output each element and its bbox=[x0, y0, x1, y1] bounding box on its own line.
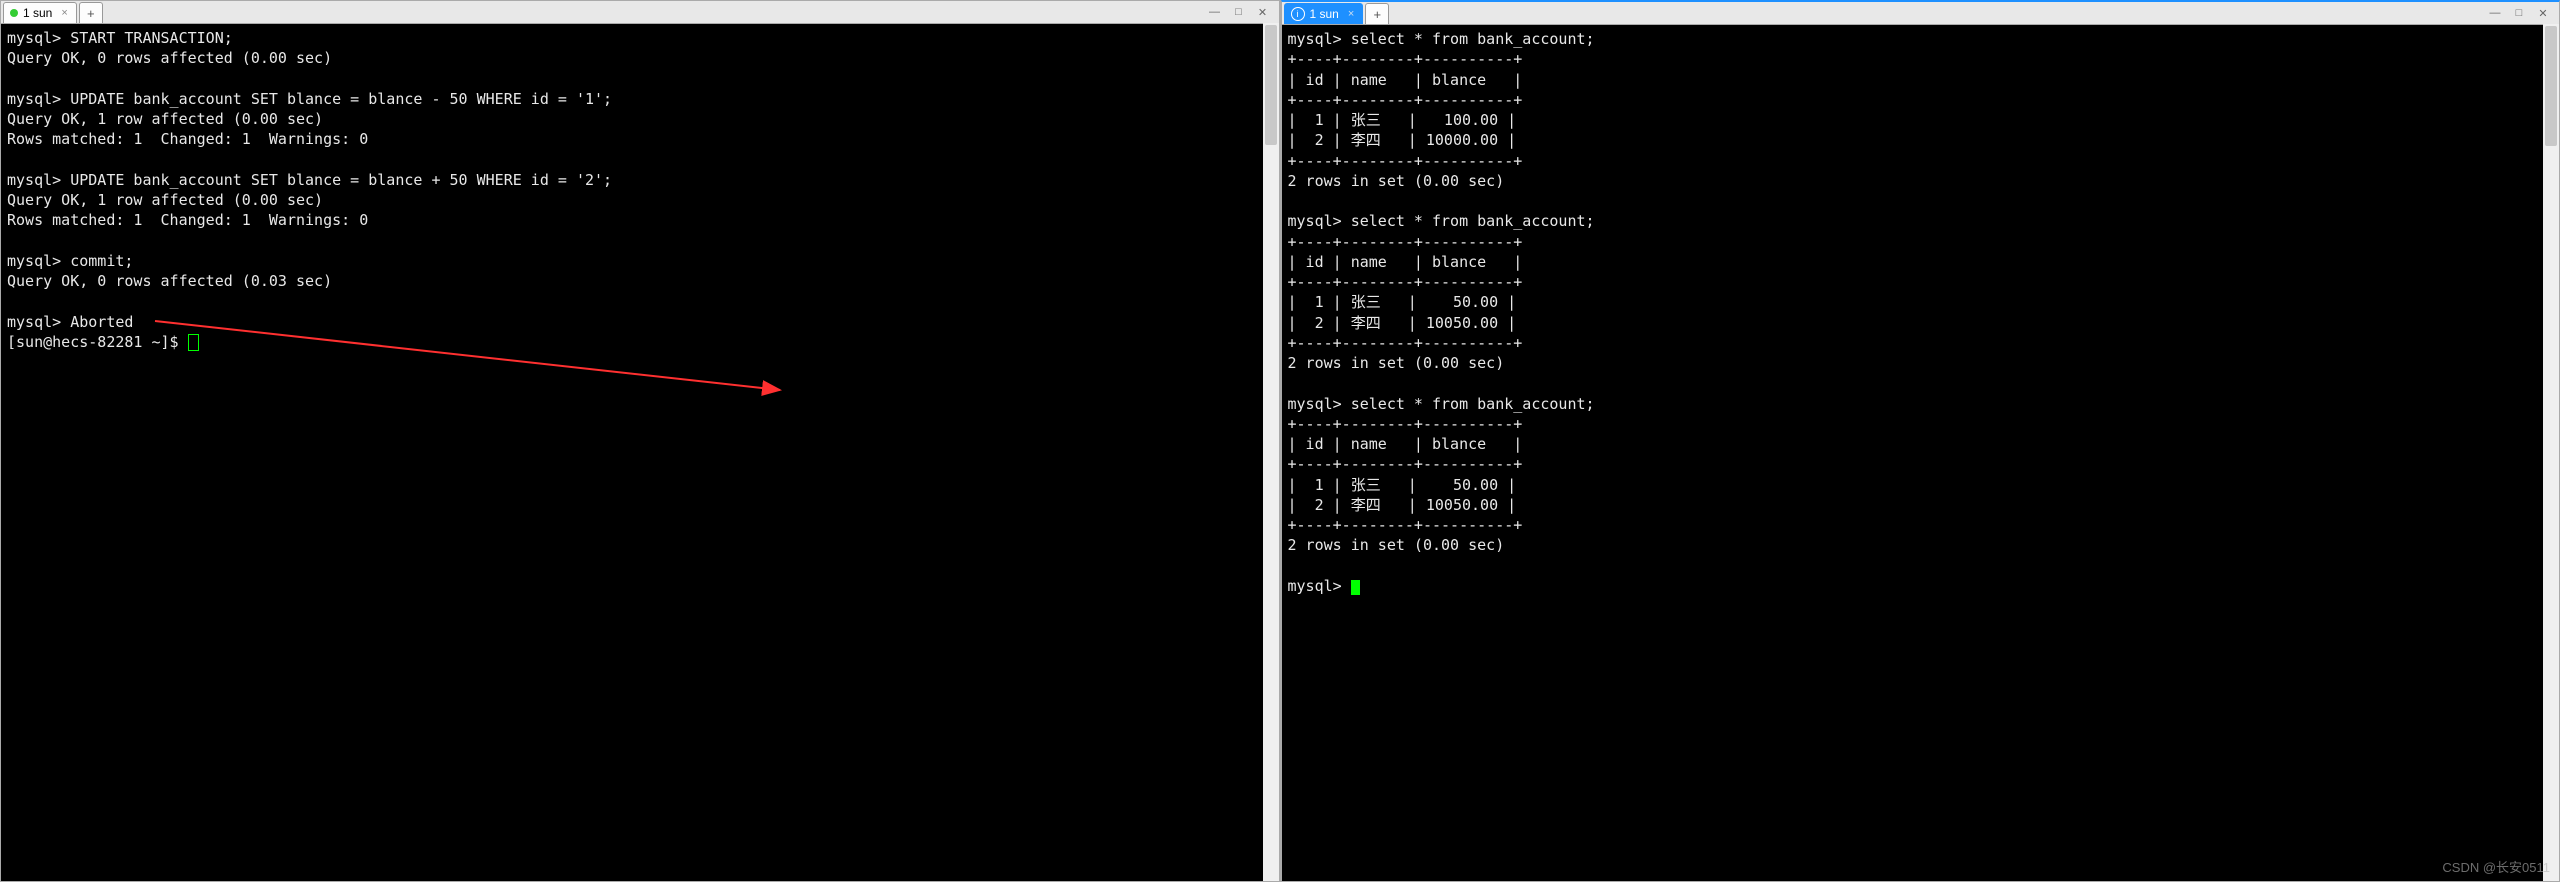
right-scrollbar[interactable] bbox=[2543, 24, 2559, 881]
right-tab[interactable]: i 1 sun × bbox=[1284, 3, 1364, 24]
minimize-button[interactable]: — bbox=[2483, 5, 2507, 21]
new-tab-button[interactable]: + bbox=[1365, 3, 1389, 24]
left-tab[interactable]: 1 sun × bbox=[3, 2, 77, 23]
minimize-button[interactable]: — bbox=[1203, 4, 1227, 20]
maximize-button[interactable]: □ bbox=[1227, 4, 1251, 20]
close-icon[interactable]: × bbox=[61, 7, 67, 19]
close-icon[interactable]: × bbox=[1348, 8, 1354, 20]
right-terminal[interactable]: mysql> select * from bank_account; +----… bbox=[1282, 25, 2560, 881]
status-dot-icon bbox=[10, 9, 18, 17]
close-window-button[interactable]: ✕ bbox=[2531, 5, 2555, 21]
info-icon: i bbox=[1291, 7, 1305, 21]
right-pane: i 1 sun × + — □ ✕ mysql> select * from b… bbox=[1281, 0, 2560, 882]
close-window-button[interactable]: ✕ bbox=[1251, 4, 1275, 20]
left-pane: 1 sun × + — □ ✕ mysql> START TRANSACTION… bbox=[0, 0, 1281, 882]
new-tab-button[interactable]: + bbox=[79, 2, 103, 23]
left-tabbar: 1 sun × + — □ ✕ bbox=[1, 1, 1279, 24]
scrollbar-thumb[interactable] bbox=[2545, 26, 2557, 146]
right-tab-label: 1 sun bbox=[1310, 7, 1339, 21]
scrollbar-thumb[interactable] bbox=[1265, 25, 1277, 145]
right-tabbar: i 1 sun × + — □ ✕ bbox=[1282, 2, 2560, 25]
maximize-button[interactable]: □ bbox=[2507, 5, 2531, 21]
left-terminal[interactable]: mysql> START TRANSACTION; Query OK, 0 ro… bbox=[1, 24, 1279, 881]
left-scrollbar[interactable] bbox=[1263, 23, 1279, 881]
left-tab-label: 1 sun bbox=[23, 6, 52, 20]
